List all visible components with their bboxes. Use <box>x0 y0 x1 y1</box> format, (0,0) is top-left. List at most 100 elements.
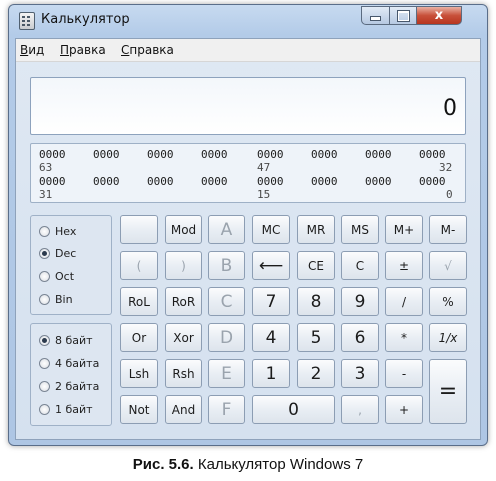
bit-nibble[interactable]: 0000 <box>39 148 66 161</box>
digit-8-button[interactable]: 8 <box>297 287 335 316</box>
open-paren-button[interactable]: ( <box>120 251 158 280</box>
digit-7-button[interactable]: 7 <box>252 287 290 316</box>
clear-button[interactable]: C <box>341 251 379 280</box>
hex-a-button[interactable]: A <box>208 215 245 244</box>
close-button[interactable]: x <box>416 6 462 25</box>
radio-circle-icon <box>39 271 50 282</box>
figure-caption: Рис. 5.6. Калькулятор Windows 7 <box>0 456 496 473</box>
close-icon: x <box>434 8 444 23</box>
digit-5-button[interactable]: 5 <box>297 323 335 352</box>
calculator-app-icon[interactable] <box>19 12 35 30</box>
menu-bar: Вид Правка Справка <box>16 39 480 62</box>
radio-circle-icon <box>39 404 50 415</box>
digit-1-button[interactable]: 1 <box>252 359 290 388</box>
digit-9-button[interactable]: 9 <box>341 287 379 316</box>
title-bar[interactable]: Калькулятор x <box>9 5 487 35</box>
digit-4-button[interactable]: 4 <box>252 323 290 352</box>
window-title: Калькулятор <box>41 12 130 27</box>
hex-e-button[interactable]: E <box>208 359 245 388</box>
digit-2-button[interactable]: 2 <box>297 359 335 388</box>
number-system-group: Hex Dec Oct Bin <box>30 215 112 315</box>
right-shift-button[interactable]: Rsh <box>165 359 202 388</box>
calculator-window: Калькулятор x Вид Правка Справка 0 0000 … <box>8 4 488 446</box>
radio-bin[interactable]: Bin <box>39 293 73 306</box>
percent-button[interactable]: % <box>429 287 467 316</box>
radio-oct[interactable]: Oct <box>39 270 74 283</box>
bit-nibble[interactable]: 0000 <box>93 175 120 188</box>
and-button[interactable]: And <box>165 395 202 424</box>
minimize-icon <box>370 16 381 21</box>
digit-3-button[interactable]: 3 <box>341 359 379 388</box>
square-root-button[interactable]: √ <box>429 251 467 280</box>
bit-nibble[interactable]: 0000 <box>39 175 66 188</box>
rotate-right-button[interactable]: RoR <box>165 287 202 316</box>
hex-b-button[interactable]: B <box>208 251 245 280</box>
radio-circle-icon <box>39 358 50 369</box>
menu-view[interactable]: Вид <box>20 43 44 57</box>
memory-clear-button[interactable]: MC <box>252 215 290 244</box>
digit-0-button[interactable]: 0 <box>252 395 335 424</box>
bit-nibble[interactable]: 0000 <box>419 148 446 161</box>
blank-button[interactable] <box>120 215 158 244</box>
bit-nibble[interactable]: 0000 <box>257 175 284 188</box>
bit-nibble[interactable]: 0000 <box>147 148 174 161</box>
bit-nibble[interactable]: 0000 <box>257 148 284 161</box>
radio-dec[interactable]: Dec <box>39 247 76 260</box>
bit-nibble[interactable]: 0000 <box>201 148 228 161</box>
add-button[interactable]: + <box>385 395 423 424</box>
backspace-button[interactable]: ⟵ <box>252 251 290 280</box>
minimize-button[interactable] <box>361 6 390 25</box>
bit-nibble[interactable]: 0000 <box>365 148 392 161</box>
bit-nibble[interactable]: 0000 <box>311 175 338 188</box>
not-button[interactable]: Not <box>120 395 158 424</box>
subtract-button[interactable]: - <box>385 359 423 388</box>
hex-d-button[interactable]: D <box>208 323 245 352</box>
memory-store-button[interactable]: MS <box>341 215 379 244</box>
radio-2-bytes[interactable]: 2 байта <box>39 380 99 393</box>
multiply-button[interactable]: * <box>385 323 423 352</box>
bit-index-label: 32 <box>439 161 453 174</box>
radio-8-bytes[interactable]: 8 байт <box>39 334 93 347</box>
bit-index-label: 15 <box>257 188 271 201</box>
reciprocal-button[interactable]: 1/x <box>429 323 467 352</box>
radio-4-bytes[interactable]: 4 байта <box>39 357 99 370</box>
divide-button[interactable]: / <box>385 287 423 316</box>
menu-help[interactable]: Справка <box>121 43 174 57</box>
equals-button[interactable]: = <box>429 359 467 424</box>
result-display: 0 <box>30 77 466 135</box>
plus-minus-button[interactable]: ± <box>385 251 423 280</box>
hex-f-button[interactable]: F <box>208 395 245 424</box>
mod-button[interactable]: Mod <box>165 215 202 244</box>
bit-index-label: 47 <box>257 161 271 174</box>
digit-6-button[interactable]: 6 <box>341 323 379 352</box>
figure-label: Рис. 5.6. <box>132 456 194 473</box>
memory-subtract-button[interactable]: M- <box>429 215 467 244</box>
maximize-button[interactable] <box>389 6 417 25</box>
or-button[interactable]: Or <box>120 323 158 352</box>
hex-c-button[interactable]: C <box>208 287 245 316</box>
rotate-left-button[interactable]: RoL <box>120 287 158 316</box>
bit-nibble[interactable]: 0000 <box>365 175 392 188</box>
bit-nibble[interactable]: 0000 <box>147 175 174 188</box>
figure-caption-text: Калькулятор Windows 7 <box>193 456 364 473</box>
radio-selected-icon <box>39 335 50 346</box>
menu-edit[interactable]: Правка <box>60 43 106 57</box>
word-size-group: 8 байт 4 байта 2 байта 1 байт <box>30 323 112 426</box>
bit-nibble[interactable]: 0000 <box>93 148 120 161</box>
calculator-body: Вид Правка Справка 0 0000 0000 0000 0000… <box>15 38 481 440</box>
bit-nibble[interactable]: 0000 <box>311 148 338 161</box>
radio-hex[interactable]: Hex <box>39 225 76 238</box>
xor-button[interactable]: Xor <box>165 323 202 352</box>
bit-nibble[interactable]: 0000 <box>419 175 446 188</box>
display-value: 0 <box>443 96 457 121</box>
close-paren-button[interactable]: ) <box>165 251 202 280</box>
bit-nibble[interactable]: 0000 <box>201 175 228 188</box>
bit-display-panel: 0000 0000 0000 0000 0000 0000 0000 0000 … <box>30 143 466 203</box>
left-shift-button[interactable]: Lsh <box>120 359 158 388</box>
memory-add-button[interactable]: M+ <box>385 215 423 244</box>
memory-recall-button[interactable]: MR <box>297 215 335 244</box>
radio-1-byte[interactable]: 1 байт <box>39 403 93 416</box>
clear-entry-button[interactable]: CE <box>297 251 335 280</box>
decimal-button[interactable]: , <box>341 395 379 424</box>
bit-index-label: 31 <box>39 188 53 201</box>
